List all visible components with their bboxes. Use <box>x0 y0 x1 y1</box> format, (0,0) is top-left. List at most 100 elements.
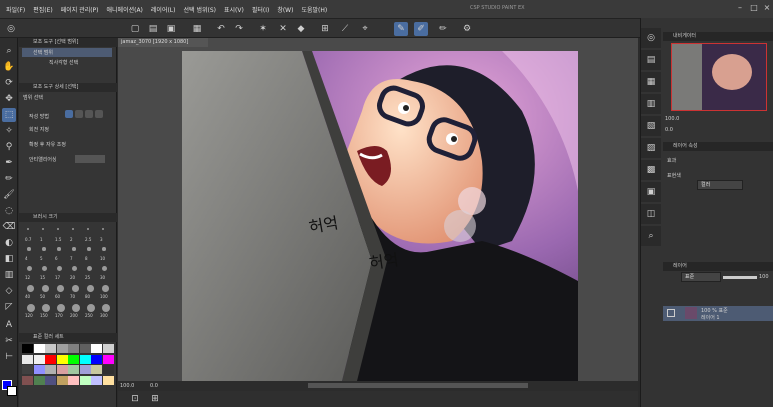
auto-action-tab-icon[interactable]: ▩ <box>641 160 661 180</box>
color-swatch[interactable] <box>68 354 79 364</box>
snap-ruler-icon[interactable]: ⟋ <box>338 22 352 36</box>
stroke-alt-icon[interactable]: ✐ <box>414 22 428 36</box>
color-swatch[interactable] <box>33 354 45 364</box>
layer-row[interactable]: 100 % 표준 레이어 1 <box>663 306 773 321</box>
layer-view-icon[interactable]: ⊡ <box>128 392 142 406</box>
color-swatch[interactable] <box>45 344 56 353</box>
brush-size-cell[interactable] <box>27 266 32 271</box>
navigator-zoom[interactable]: 100.0 <box>665 116 679 122</box>
new-file-icon[interactable]: ▢ <box>128 22 142 36</box>
selection-icon[interactable]: ⬚ <box>2 108 16 122</box>
color-swatch[interactable] <box>68 344 79 353</box>
horizontal-scrollbar[interactable] <box>308 383 528 388</box>
brush-size-cell[interactable] <box>102 285 109 292</box>
color-swatch[interactable] <box>91 344 102 353</box>
eraser-icon[interactable]: ⌫ <box>2 220 16 234</box>
brush-size-cell[interactable] <box>87 304 95 312</box>
redo-icon[interactable]: ↷ <box>232 22 246 36</box>
brush-size-cell[interactable] <box>42 266 47 271</box>
brush-size-cell[interactable] <box>72 266 77 271</box>
text-icon[interactable]: A <box>2 318 16 332</box>
brush-size-cell[interactable] <box>72 285 79 292</box>
navigator-angle[interactable]: 0.0 <box>665 127 673 133</box>
fill-command-icon[interactable]: ◆ <box>294 22 308 36</box>
color-swatch[interactable] <box>33 375 45 385</box>
color-swatch[interactable] <box>45 375 56 385</box>
color-swatch[interactable] <box>56 375 68 385</box>
balloon-icon[interactable]: ✂ <box>2 334 16 348</box>
menu-animation[interactable]: 애니메이션(A) <box>107 5 143 14</box>
gradient-icon[interactable]: ▥ <box>2 268 16 282</box>
brush-size-cell[interactable] <box>102 266 107 271</box>
mode-new-icon[interactable] <box>65 110 73 118</box>
brush-size-cell[interactable] <box>87 266 92 271</box>
brush-size-cell[interactable] <box>72 247 76 251</box>
item-bank-tab-icon[interactable]: ▣ <box>641 182 661 202</box>
brush-size-cell[interactable] <box>57 247 61 251</box>
brush-size-cell[interactable] <box>102 304 110 312</box>
row-rotate[interactable]: 회전 지정 <box>29 126 49 133</box>
menu-page[interactable]: 페이지 관리(P) <box>61 5 99 14</box>
brush-size-cell[interactable] <box>87 285 94 292</box>
quick-access-tab-icon[interactable]: ◫ <box>641 204 661 224</box>
open-icon[interactable]: ▤ <box>146 22 160 36</box>
snap-special-icon[interactable]: ⌖ <box>358 22 372 36</box>
ruler-icon[interactable]: ◸ <box>2 300 16 314</box>
color-swatch[interactable] <box>45 365 56 374</box>
color-swatch[interactable] <box>45 354 56 364</box>
menu-window[interactable]: 창(W) <box>277 5 293 14</box>
layer-eye-icon[interactable] <box>667 309 675 317</box>
blend-mode-dropdown[interactable]: 표준 <box>681 272 721 282</box>
color-swatch[interactable] <box>22 365 33 374</box>
color-swatch[interactable] <box>33 344 45 353</box>
zoom-value[interactable]: 100.0 <box>120 383 134 389</box>
app-logo-icon[interactable]: ◎ <box>4 22 18 36</box>
color-swatch[interactable] <box>56 365 68 374</box>
sub-color-swatch[interactable] <box>7 386 17 396</box>
menu-view[interactable]: 표시(V) <box>224 5 244 14</box>
mode-sub-icon[interactable] <box>85 110 93 118</box>
correct-line-icon[interactable]: ⊢ <box>2 350 16 364</box>
navigator-preview[interactable] <box>671 43 767 111</box>
color-swatch[interactable] <box>56 354 68 364</box>
color-swatch[interactable] <box>91 365 102 374</box>
blend-icon[interactable]: ◐ <box>2 236 16 250</box>
history-tab-icon[interactable]: ▧ <box>641 116 661 136</box>
color-swatch[interactable] <box>102 375 114 385</box>
menu-help[interactable]: 도움말(H) <box>301 5 327 14</box>
brush-size-cell[interactable] <box>42 247 46 251</box>
hand-icon[interactable]: ✋ <box>2 60 16 74</box>
color-swatch[interactable] <box>33 365 45 374</box>
color-swatch[interactable] <box>91 354 102 364</box>
menu-file[interactable]: 파일(F) <box>6 5 25 14</box>
snap-icon[interactable]: ⊞ <box>318 22 332 36</box>
angle-value[interactable]: 0.0 <box>150 383 158 389</box>
subtool-row-rect[interactable]: 직사각형 선택 <box>49 59 78 66</box>
menu-layer[interactable]: 레이어(L) <box>151 5 176 14</box>
brush-size-cell[interactable] <box>27 247 31 251</box>
brush-size-cell[interactable] <box>27 228 29 230</box>
transform-icon[interactable]: ✶ <box>256 22 270 36</box>
brush-size-cell[interactable] <box>102 247 106 251</box>
magnifier-icon[interactable]: ⌕ <box>2 44 16 58</box>
eyedropper-icon[interactable]: ⚲ <box>2 140 16 154</box>
save-icon[interactable]: ▣ <box>164 22 178 36</box>
info-tab-icon[interactable]: ▦ <box>641 72 661 92</box>
brush-size-cell[interactable] <box>72 228 74 230</box>
move-icon[interactable]: ✥ <box>2 92 16 106</box>
brush-size-cell[interactable] <box>102 228 104 230</box>
color-swatch[interactable] <box>22 344 33 353</box>
mode-intersect-icon[interactable] <box>95 110 103 118</box>
close-icon[interactable]: × <box>762 3 772 13</box>
fit-icon[interactable]: ⊞ <box>148 392 162 406</box>
rotate-icon[interactable]: ⟳ <box>2 76 16 90</box>
material-tab-icon[interactable]: ▥ <box>641 94 661 114</box>
document-tab[interactable]: jamaz_3070 [1920 x 1080] <box>118 38 208 47</box>
color-swatch[interactable] <box>22 354 33 364</box>
brush-size-cell[interactable] <box>57 304 65 312</box>
color-swatch[interactable] <box>22 375 33 385</box>
color-swatch[interactable] <box>102 354 114 364</box>
menu-filter[interactable]: 필터(I) <box>252 5 270 14</box>
opacity-value[interactable]: 100 <box>759 274 769 280</box>
timeline-tab-icon[interactable]: ▨ <box>641 138 661 158</box>
